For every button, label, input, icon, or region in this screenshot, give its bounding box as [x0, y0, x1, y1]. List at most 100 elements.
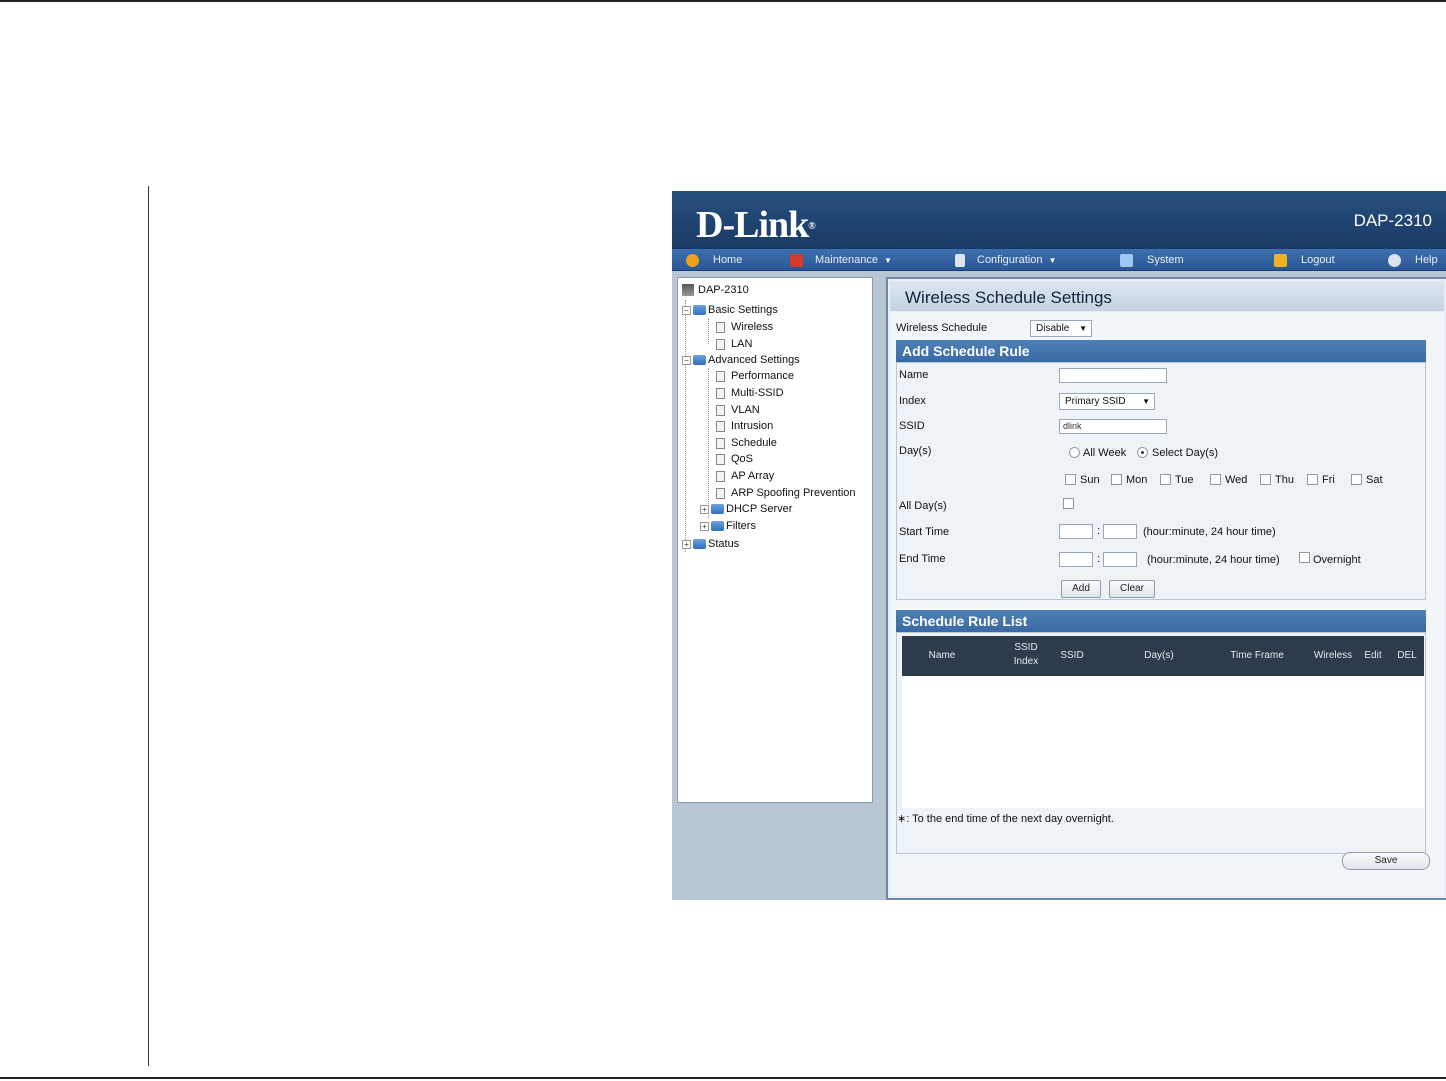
- ssid-input[interactable]: dlink: [1059, 419, 1167, 434]
- tree-item-vlan[interactable]: VLAN: [716, 402, 760, 418]
- header-banner: D-Link® DAP-2310: [672, 191, 1446, 249]
- page-bottom-rule: [0, 1077, 1446, 1079]
- wireless-schedule-select[interactable]: Disable ▼: [1030, 320, 1092, 337]
- overnight-checkbox[interactable]: [1299, 552, 1310, 563]
- tree-item-ap-array[interactable]: AP Array: [716, 468, 774, 484]
- menu-home[interactable]: Home: [686, 249, 742, 271]
- select-days-radio[interactable]: [1137, 447, 1148, 458]
- tree-item-filters[interactable]: + Filters: [700, 518, 756, 534]
- tree-label: DAP-2310: [698, 284, 749, 296]
- day-wed-checkbox[interactable]: [1210, 474, 1221, 485]
- tree-item-arp-spoofing-prevention[interactable]: ARP Spoofing Prevention: [716, 485, 856, 501]
- logo-text: D-Link: [696, 204, 809, 246]
- home-icon: [686, 253, 699, 267]
- menu-maintenance[interactable]: Maintenance ▼: [790, 249, 892, 271]
- tree-label: VLAN: [731, 404, 760, 416]
- menu-logout[interactable]: Logout: [1274, 249, 1335, 271]
- tree-item-wireless[interactable]: Wireless: [716, 319, 773, 335]
- end-time-label: End Time: [899, 553, 946, 565]
- rule-list-table-body: [902, 676, 1424, 808]
- tree-label: Status: [708, 538, 740, 550]
- end-time-hint: (hour:minute, 24 hour time): [1147, 554, 1280, 566]
- menu-configuration-label: Configuration: [977, 254, 1043, 266]
- days-label: Day(s): [899, 445, 932, 457]
- end-minute-input[interactable]: [1103, 552, 1137, 567]
- chevron-down-icon: ▼: [1142, 397, 1150, 406]
- menu-system[interactable]: System: [1120, 249, 1184, 271]
- all-days-checkbox[interactable]: [1063, 498, 1074, 509]
- page-icon: [716, 387, 725, 399]
- col-name: Name: [928, 650, 956, 661]
- tree-item-advanced-settings[interactable]: − Advanced Settings: [682, 352, 800, 368]
- expand-icon[interactable]: +: [700, 504, 709, 514]
- rule-list-table-header: Name SSID Index SSID Day(s) Time Frame W…: [902, 636, 1424, 676]
- folder-icon: [693, 539, 706, 549]
- col-ssid-index-top: SSID: [1014, 642, 1038, 653]
- all-week-radio[interactable]: [1069, 447, 1080, 458]
- end-hour-input[interactable]: [1059, 552, 1093, 567]
- menu-configuration[interactable]: Configuration ▼: [955, 249, 1056, 271]
- folder-icon: [711, 504, 724, 514]
- tree-label: QoS: [731, 453, 754, 465]
- day-tue-checkbox[interactable]: [1160, 474, 1171, 485]
- page-margin-line: [148, 186, 149, 1066]
- tree-label: DHCP Server: [726, 503, 793, 515]
- tree-label: Basic Settings: [708, 304, 778, 316]
- day-wed-label: Wed: [1225, 474, 1248, 486]
- start-hour-input[interactable]: [1059, 524, 1093, 539]
- tree-item-performance[interactable]: Performance: [716, 368, 794, 384]
- tree-item-dhcp-server[interactable]: + DHCP Server: [700, 501, 792, 517]
- page-title: Wireless Schedule Settings: [905, 288, 1112, 307]
- overnight-label: Overnight: [1313, 554, 1361, 566]
- folder-icon: [711, 521, 724, 531]
- tree-item-multi-ssid[interactable]: Multi-SSID: [716, 385, 784, 401]
- col-time-frame: Time Frame: [1230, 650, 1284, 661]
- start-time-label: Start Time: [899, 526, 950, 538]
- tree-item-lan[interactable]: LAN: [716, 336, 752, 352]
- day-sat-label: Sat: [1366, 474, 1383, 486]
- menu-system-label: System: [1147, 254, 1184, 266]
- tree-item-qos[interactable]: QoS: [716, 451, 753, 467]
- tree-item-root[interactable]: DAP-2310: [682, 282, 749, 298]
- expand-icon[interactable]: +: [700, 521, 709, 531]
- day-sun-checkbox[interactable]: [1065, 474, 1076, 485]
- menu-help[interactable]: Help: [1388, 249, 1438, 271]
- page-icon: [716, 470, 725, 482]
- collapse-icon[interactable]: −: [682, 305, 691, 315]
- tools-icon: [790, 253, 803, 267]
- col-del: DEL: [1397, 650, 1417, 661]
- tree-label: Intrusion: [731, 420, 774, 432]
- save-button[interactable]: Save: [1342, 852, 1430, 870]
- folder-icon: [693, 355, 706, 365]
- device-icon: [682, 284, 694, 296]
- day-thu-checkbox[interactable]: [1260, 474, 1271, 485]
- tree-connector: [708, 368, 709, 518]
- collapse-icon[interactable]: −: [682, 355, 691, 365]
- col-days: Day(s): [1144, 650, 1174, 661]
- tree-label: Advanced Settings: [708, 354, 800, 366]
- day-fri-checkbox[interactable]: [1307, 474, 1318, 485]
- main-content-panel: Wireless Schedule Settings Wireless Sche…: [886, 277, 1446, 900]
- clear-button[interactable]: Clear: [1109, 580, 1155, 598]
- tree-item-schedule[interactable]: Schedule: [716, 435, 777, 451]
- tree-label: Performance: [731, 370, 794, 382]
- day-thu-label: Thu: [1275, 474, 1294, 486]
- day-sat-checkbox[interactable]: [1351, 474, 1362, 485]
- ssid-label: SSID: [899, 420, 925, 432]
- all-days-label: All Day(s): [899, 500, 947, 512]
- tree-item-intrusion[interactable]: Intrusion: [716, 418, 773, 434]
- tree-item-basic-settings[interactable]: − Basic Settings: [682, 302, 778, 318]
- add-button[interactable]: Add: [1061, 580, 1101, 598]
- name-input[interactable]: [1059, 368, 1167, 383]
- wireless-schedule-label: Wireless Schedule: [896, 322, 988, 334]
- start-minute-input[interactable]: [1103, 524, 1137, 539]
- page-icon: [716, 404, 725, 416]
- time-separator: :: [1097, 525, 1101, 537]
- start-time-hint: (hour:minute, 24 hour time): [1143, 526, 1276, 538]
- index-select[interactable]: Primary SSID ▼: [1059, 393, 1155, 410]
- expand-icon[interactable]: +: [682, 539, 691, 549]
- tree-item-status[interactable]: + Status: [682, 536, 739, 552]
- select-days-label: Select Day(s): [1152, 447, 1219, 459]
- day-mon-checkbox[interactable]: [1111, 474, 1122, 485]
- tree-connector: [685, 300, 686, 552]
